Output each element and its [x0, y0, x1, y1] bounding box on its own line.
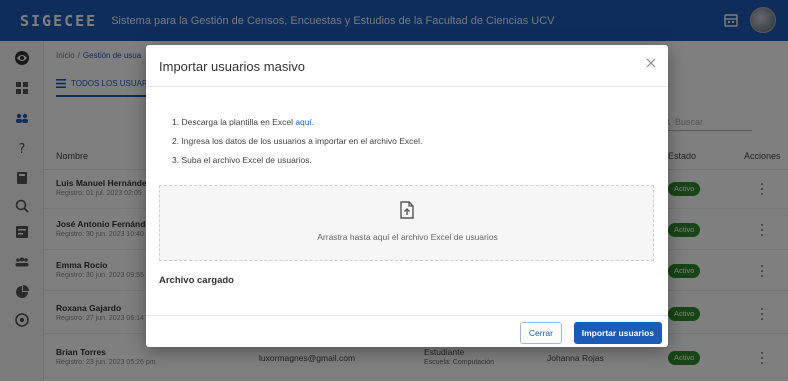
- modal-footer: Cerrar Importar usuarios: [146, 315, 668, 347]
- file-upload-icon: [399, 201, 415, 219]
- instruction-step-3: 3. Suba el archivo Excel de usuarios.: [172, 155, 312, 165]
- import-users-button[interactable]: Importar usuarios: [573, 322, 662, 344]
- instruction-step-2: 2. Ingresa los datos de los usuarios a i…: [172, 136, 423, 146]
- import-instructions: 1. Descarga la plantilla en Excel aquí. …: [172, 113, 422, 170]
- import-users-dialog: Importar usuarios masivo 1. Descarga la …: [146, 45, 668, 347]
- instruction-step-1: 1. Descarga la plantilla en Excel aquí.: [172, 117, 315, 127]
- file-dropzone[interactable]: Arrastra hasta aquí el archivo Excel de …: [159, 185, 654, 261]
- download-template-link[interactable]: aquí: [295, 117, 312, 127]
- dropzone-text: Arrastra hasta aquí el archivo Excel de …: [317, 232, 498, 242]
- modal-title: Importar usuarios masivo: [159, 59, 305, 74]
- close-button[interactable]: Cerrar: [519, 322, 562, 344]
- loaded-file-title: Archivo cargado: [159, 275, 234, 286]
- modal-header: Importar usuarios masivo: [146, 45, 668, 87]
- close-icon[interactable]: [644, 56, 658, 70]
